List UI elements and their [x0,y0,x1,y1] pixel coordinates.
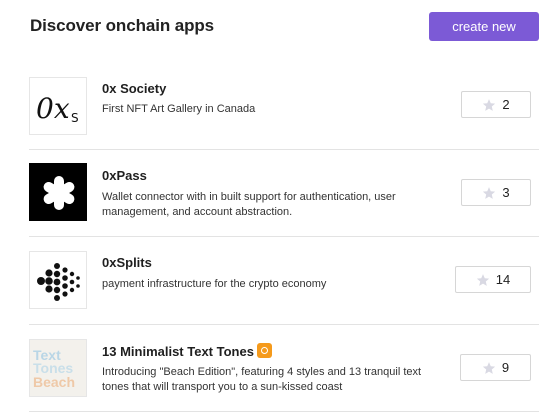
app-name-text: 13 Minimalist Text Tones [102,344,254,359]
star-count: 3 [502,185,510,200]
app-row[interactable]: 0xPass Wallet connector with in built su… [29,150,539,237]
app-name[interactable]: 0xPass [102,168,147,183]
star-button[interactable]: 9 [460,354,531,381]
star-button[interactable]: 14 [455,266,531,293]
star-button[interactable]: 3 [461,179,531,206]
app-name[interactable]: 0xSplits [102,255,152,270]
star-icon [482,361,495,374]
app-row[interactable]: Text Tones Beach 13 Minimalist Text Tone… [29,325,539,412]
app-description: Wallet connector with in built support f… [102,191,396,218]
svg-text:0x: 0x [36,92,70,125]
star-count: 2 [502,97,510,112]
app-name[interactable]: 0x Society [102,81,166,96]
star-button[interactable]: 2 [461,91,531,118]
text-tones-logo-icon: Text Tones Beach [29,339,87,397]
page-title: Discover onchain apps [30,16,215,35]
sun-emoji-icon [256,343,272,358]
star-icon [476,273,489,286]
star-icon [483,98,496,111]
app-description: Introducing "Beach Edition", featuring 4… [102,366,422,393]
asterisk-logo-icon [29,163,87,221]
app-name[interactable]: 13 Minimalist Text Tones [102,343,272,359]
star-count: 9 [501,360,510,375]
app-description: payment infrastructure for the crypto ec… [102,278,327,290]
app-row[interactable]: 0x S 0x Society First NFT Art Gallery in… [29,62,539,150]
dots-logo-icon [29,251,87,309]
star-count: 14 [495,272,511,287]
svg-text:S: S [71,111,79,125]
create-new-button[interactable]: create new [429,12,539,41]
icon-text-line: Beach [33,374,75,390]
0xs-logo-icon: 0x S [29,77,87,135]
app-description: First NFT Art Gallery in Canada [102,103,256,115]
app-row[interactable]: 0xSplits payment infrastructure for the … [29,237,539,325]
star-icon [483,186,496,199]
